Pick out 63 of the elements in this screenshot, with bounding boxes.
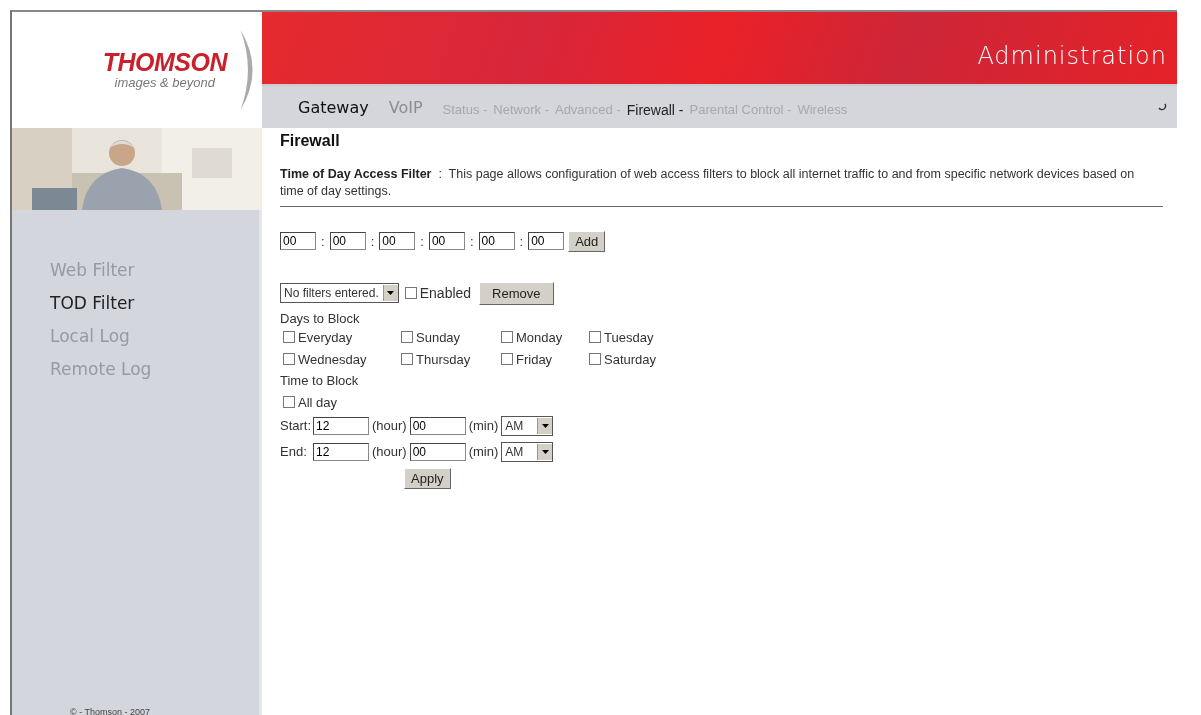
- mac-field[interactable]: 00: [478, 232, 515, 251]
- hour-field[interactable]: 12: [313, 442, 369, 461]
- checkbox-label: Enabled: [419, 285, 472, 302]
- brand-logo: THOMSON: [102, 50, 227, 75]
- brand-tagline: images & beyond: [114, 75, 215, 90]
- minute-field[interactable]: 00: [409, 416, 466, 435]
- colon-separator: :: [321, 233, 325, 249]
- intro-text: Time of Day Access Filter : This page allows configuration of web access filters to block all internet traffic to and from specific network devices based on time of day settings.: [280, 166, 1136, 200]
- checkbox[interactable]: [283, 396, 295, 409]
- filter-dropdown[interactable]: No filters entered.: [280, 283, 399, 304]
- checkbox-label: All day: [298, 394, 338, 410]
- checkbox[interactable]: [404, 287, 417, 300]
- checkbox-label: Saturday: [604, 351, 657, 367]
- checkbox-label: Sunday: [416, 329, 461, 345]
- mac-field[interactable]: 00: [528, 232, 565, 251]
- unit-label: (min): [468, 444, 499, 460]
- remove-button[interactable]: Remove: [479, 281, 554, 305]
- page-heading: Firewall: [280, 132, 341, 150]
- unit-label: (min): [468, 418, 499, 434]
- colon-separator: :: [370, 233, 375, 249]
- caret-icon: [541, 449, 549, 454]
- header-title: Administration: [977, 42, 1167, 70]
- checkbox-label: Everyday: [298, 329, 353, 345]
- unit-label: (hour): [372, 444, 407, 460]
- time-label: Start:: [280, 418, 310, 434]
- checkbox-label: Friday: [516, 351, 553, 367]
- apply-button[interactable]: Apply: [404, 467, 451, 489]
- add-button[interactable]: Add: [568, 230, 606, 252]
- time-label: End:: [280, 444, 308, 460]
- checkbox[interactable]: [501, 331, 513, 344]
- checkbox[interactable]: [501, 353, 513, 366]
- nav-link[interactable]: Firewall -: [626, 102, 684, 118]
- swoosh-icon: [240, 30, 254, 110]
- colon-separator: :: [469, 233, 474, 249]
- caret-icon: [387, 291, 395, 296]
- section-label: Time to Block: [280, 372, 360, 388]
- checkbox-label: Monday: [516, 329, 563, 345]
- copyright-text: © - Thomson - 2007: [69, 707, 151, 715]
- colon-separator: :: [420, 233, 424, 249]
- checkbox[interactable]: [589, 331, 601, 344]
- sidebar-item[interactable]: TOD Filter: [50, 293, 259, 313]
- mac-field[interactable]: 00: [428, 232, 465, 251]
- section-label: Days to Block: [280, 310, 361, 326]
- caret-icon: [541, 423, 549, 428]
- checkbox[interactable]: [401, 331, 413, 344]
- mac-field[interactable]: 00: [379, 232, 416, 251]
- ampm-dropdown[interactable]: AM: [501, 415, 554, 436]
- hour-field[interactable]: 12: [313, 416, 369, 435]
- checkbox[interactable]: [283, 353, 295, 366]
- checkbox[interactable]: [589, 353, 601, 366]
- colon-separator: :: [519, 233, 524, 249]
- loading-icon: [1157, 102, 1167, 112]
- ampm-dropdown[interactable]: AM: [501, 441, 554, 462]
- checkbox[interactable]: [283, 331, 295, 344]
- unit-label: (hour): [372, 418, 407, 434]
- checkbox-label: Thursday: [416, 351, 471, 367]
- checkbox-label: Tuesday: [604, 329, 654, 345]
- checkbox[interactable]: [401, 353, 413, 366]
- mac-field[interactable]: 00: [280, 232, 316, 251]
- main-tab[interactable]: Gateway: [298, 97, 369, 117]
- mac-field[interactable]: 00: [329, 232, 366, 251]
- checkbox-label: Wednesday: [298, 351, 367, 367]
- minute-field[interactable]: 00: [409, 442, 466, 461]
